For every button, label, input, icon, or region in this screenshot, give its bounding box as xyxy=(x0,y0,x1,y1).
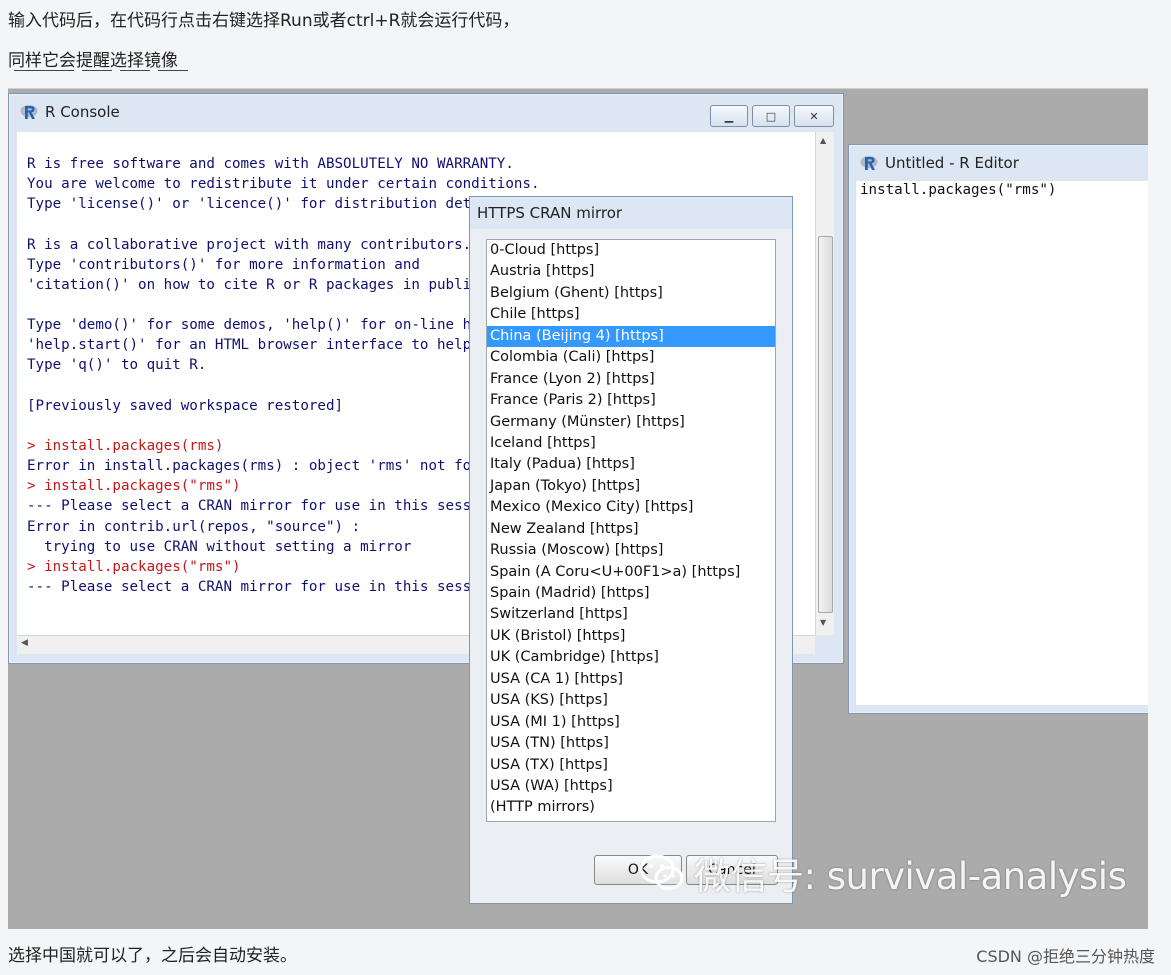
mirror-item[interactable]: USA (MI 1) [https] xyxy=(487,712,775,733)
mirror-item[interactable]: Iceland [https] xyxy=(487,433,775,454)
mirror-item[interactable]: USA (TX) [https] xyxy=(487,755,775,776)
scroll-down-arrow-icon[interactable]: ▼ xyxy=(820,618,826,627)
csdn-credit: CSDN @拒绝三分钟热度 xyxy=(976,947,1155,966)
console-line: [Previously saved workspace restored] xyxy=(27,397,344,414)
watermark: 微信号: survival-analysis xyxy=(638,846,1127,900)
close-button[interactable]: ✕ xyxy=(794,105,834,127)
mirror-item[interactable]: USA (WA) [https] xyxy=(487,776,775,797)
scroll-up-arrow-icon[interactable]: ▲ xyxy=(820,136,826,145)
dialog-title: HTTPS CRAN mirror xyxy=(470,197,792,229)
separator-dashes xyxy=(14,70,188,71)
maximize-icon: □ xyxy=(765,109,777,123)
mirror-item[interactable]: Austria [https] xyxy=(487,261,775,282)
mirror-item[interactable]: USA (TN) [https] xyxy=(487,733,775,754)
r-editor-titlebar[interactable]: Untitled - R Editor xyxy=(849,145,1148,181)
mirror-item[interactable]: France (Lyon 2) [https] xyxy=(487,369,775,390)
console-vertical-scrollbar[interactable]: ▲ ▼ xyxy=(815,132,834,635)
editor-code-line: install.packages("rms") xyxy=(860,182,1057,198)
r-logo-icon xyxy=(860,156,878,170)
page: 输入代码后，在代码行点击右键选择Run或者ctrl+R就会运行代码， 同样它会提… xyxy=(0,0,1171,975)
console-line: Type 'contributors()' for more informati… xyxy=(27,256,420,273)
r-editor-title: Untitled - R Editor xyxy=(885,154,1019,172)
mirror-item[interactable]: Italy (Padua) [https] xyxy=(487,454,775,475)
console-line: Type 'q()' to quit R. xyxy=(27,357,207,374)
console-line: Type 'license()' or 'licence()' for dist… xyxy=(27,196,514,213)
console-line: trying to use CRAN without setting a mir… xyxy=(27,538,412,555)
mirror-item[interactable]: France (Paris 2) [https] xyxy=(487,390,775,411)
mirror-item-selected[interactable]: China (Beijing 4) [https] xyxy=(487,325,775,348)
mirror-listbox[interactable]: 0-Cloud [https] Austria [https] Belgium (G… xyxy=(486,239,776,822)
console-line: 'citation()' on how to cite R or R packa… xyxy=(27,276,540,293)
mirror-item[interactable]: Belgium (Ghent) [https] xyxy=(487,283,775,304)
minimize-button[interactable]: ▁ xyxy=(710,105,748,127)
close-icon: ✕ xyxy=(809,109,819,123)
mirror-item[interactable]: Spain (Madrid) [https] xyxy=(487,583,775,604)
screenshot-area: R Console ▁ □ ✕ R is free software and c… xyxy=(8,89,1148,929)
r-editor-window: Untitled - R Editor install.packages("rm… xyxy=(848,144,1148,714)
mirror-item[interactable]: Russia (Moscow) [https] xyxy=(487,540,775,561)
console-line: --- Please select a CRAN mirror for use … xyxy=(27,498,531,515)
maximize-button[interactable]: □ xyxy=(752,105,790,127)
console-line: > install.packages(rms) xyxy=(27,437,224,454)
article-paragraph-3: 选择中国就可以了，之后会自动安装。 xyxy=(8,946,297,966)
console-line: You are welcome to redistribute it under… xyxy=(27,176,540,193)
console-line: R is a collaborative project with many c… xyxy=(27,236,472,253)
mirror-item[interactable]: Mexico (Mexico City) [https] xyxy=(487,497,775,518)
mirror-item[interactable]: 0-Cloud [https] xyxy=(487,240,775,261)
minimize-icon: ▁ xyxy=(724,109,734,123)
mirror-item[interactable]: UK (Bristol) [https] xyxy=(487,626,775,647)
console-line: Error in install.packages(rms) : object … xyxy=(27,458,497,475)
console-line: > install.packages("rms") xyxy=(27,558,241,575)
wechat-icon xyxy=(639,854,684,890)
scroll-left-arrow-icon[interactable]: ◀ xyxy=(21,638,28,648)
console-line: Type 'demo()' for some demos, 'help()' f… xyxy=(27,317,531,334)
editor-text-area[interactable]: install.packages("rms") xyxy=(856,181,1148,705)
console-line: > install.packages("rms") xyxy=(27,478,241,495)
article-paragraph-2: 同样它会提醒选择镜像 xyxy=(8,51,178,71)
mirror-item[interactable]: Spain (A Coru<U+00F1>a) [https] xyxy=(487,562,775,583)
mirror-item[interactable]: Chile [https] xyxy=(487,304,775,325)
r-logo-icon xyxy=(20,105,38,119)
article-paragraph-1: 输入代码后，在代码行点击右键选择Run或者ctrl+R就会运行代码， xyxy=(8,11,520,31)
mirror-item[interactable]: Germany (Münster) [https] xyxy=(487,412,775,433)
mirror-item[interactable]: (HTTP mirrors) xyxy=(487,797,775,818)
mirror-item[interactable]: USA (KS) [https] xyxy=(487,690,775,711)
mirror-item[interactable]: New Zealand [https] xyxy=(487,519,775,540)
console-scroll-thumb[interactable] xyxy=(818,236,833,613)
console-lines: R is free software and comes with ABSOLU… xyxy=(27,154,540,597)
mirror-item[interactable]: UK (Cambridge) [https] xyxy=(487,647,775,668)
mirror-item[interactable]: Switzerland [https] xyxy=(487,604,775,625)
console-line: Error in contrib.url(repos, "source") : xyxy=(27,518,361,535)
mirror-item[interactable]: Japan (Tokyo) [https] xyxy=(487,476,775,497)
console-line: --- Please select a CRAN mirror for use … xyxy=(27,578,531,595)
cran-mirror-dialog: HTTPS CRAN mirror 0-Cloud [https] Austria… xyxy=(469,196,793,904)
r-console-title: R Console xyxy=(45,103,120,121)
console-line: R is free software and comes with ABSOLU… xyxy=(27,156,514,172)
mirror-item[interactable]: Colombia (Cali) [https] xyxy=(487,347,775,368)
watermark-text: 微信号: survival-analysis xyxy=(694,855,1127,898)
console-line: 'help.start()' for an HTML browser inter… xyxy=(27,337,480,354)
mirror-item[interactable]: USA (CA 1) [https] xyxy=(487,669,775,690)
